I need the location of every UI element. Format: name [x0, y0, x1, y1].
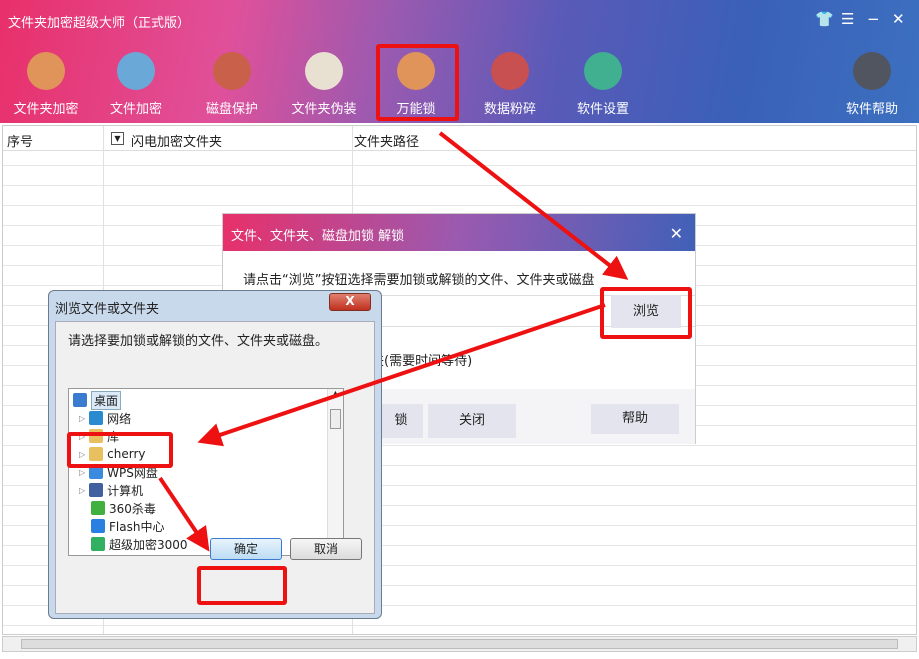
- highlight-box: [197, 566, 287, 605]
- close-button[interactable]: X: [329, 293, 371, 311]
- close-button[interactable]: 关闭: [428, 404, 516, 438]
- prompt-text: 请选择要加锁或解锁的文件、文件夹或磁盘。: [68, 334, 329, 349]
- highlight-box: [600, 287, 692, 339]
- tree-item-label: 计算机: [107, 483, 144, 498]
- toolbar-label: 文件夹加密: [13, 102, 79, 117]
- toolbar-button-2[interactable]: 磁盘保护: [192, 52, 272, 117]
- toolbar-label: 文件加密: [109, 102, 162, 117]
- folder-icon: [27, 52, 65, 90]
- toolbar-label: 软件帮助: [845, 102, 898, 117]
- tree-item[interactable]: 桌面: [73, 390, 122, 410]
- flash-icon: [91, 519, 105, 533]
- minimize-icon[interactable]: −: [867, 10, 880, 28]
- toolbar-button-7[interactable]: 软件帮助: [832, 52, 912, 117]
- ok-button[interactable]: 确定: [210, 538, 282, 560]
- toolbar-button-0[interactable]: 文件夹加密: [6, 52, 86, 117]
- cancel-button[interactable]: 取消: [290, 538, 362, 560]
- tree-item-label: 桌面: [91, 390, 122, 410]
- column-header[interactable]: 文件夹路径: [354, 131, 419, 150]
- tree-item[interactable]: 超级加密3000: [91, 535, 188, 553]
- expand-icon[interactable]: ▷: [79, 414, 85, 423]
- shield-icon: [213, 52, 251, 90]
- desktop-icon: [73, 393, 87, 407]
- user-icon: [853, 52, 891, 90]
- toolbar-label: 磁盘保护: [205, 102, 258, 117]
- app-icon: [91, 537, 105, 551]
- tree-item[interactable]: 360杀毒: [91, 499, 156, 517]
- highlight-box: [376, 44, 459, 121]
- folder-tree: 桌面 ▷ 网络 ▷ 库 ▷ cherry ▷ WPS网盘 ▷ 计算机 360杀毒 Flash中心 超级加密…: [68, 388, 344, 556]
- toolbar-button-3[interactable]: 文件夹伪装: [284, 52, 364, 117]
- palette-icon: [305, 52, 343, 90]
- gear-icon: [584, 52, 622, 90]
- close-icon[interactable]: ✕: [670, 224, 683, 243]
- clipboard-icon: [117, 52, 155, 90]
- tree-item-label: Flash中心: [109, 519, 165, 534]
- help-button[interactable]: 帮助: [591, 404, 679, 434]
- toolbar-label: 数据粉碎: [483, 102, 536, 117]
- vertical-scrollbar[interactable]: ▲ ▼: [327, 389, 343, 555]
- instruction-text: 请点击“浏览”按钮选择需要加锁或解锁的文件、文件夹或磁盘: [243, 273, 595, 288]
- menu-icon[interactable]: ☰: [841, 10, 854, 28]
- 360-icon: [91, 501, 105, 515]
- skin-icon[interactable]: 👕: [815, 10, 834, 28]
- app-header: 文件夹加密超级大师（正式版） 👕 ☰ − ✕ 文件夹加密 文件加密 磁盘保护 文件夹伪…: [0, 0, 919, 123]
- column-header[interactable]: 序号: [7, 131, 33, 150]
- toolbar-button-5[interactable]: 数据粉碎: [470, 52, 550, 117]
- tree-item[interactable]: Flash中心: [91, 517, 164, 535]
- toolbar-label: 文件夹伪装: [291, 102, 357, 117]
- toolbar-button-1[interactable]: 文件加密: [96, 52, 176, 117]
- tree-item-label: 超级加密3000: [109, 537, 188, 552]
- horizontal-scrollbar[interactable]: [2, 636, 917, 652]
- app-title: 文件夹加密超级大师（正式版）: [8, 16, 191, 31]
- browse-dialog: 浏览文件或文件夹 X 请选择要加锁或解锁的文件、文件夹或磁盘。 桌面 ▷ 网络 ▷ 库 ▷…: [48, 290, 382, 619]
- computer-icon: [89, 483, 104, 497]
- network-icon: [89, 411, 104, 425]
- expand-icon[interactable]: ▷: [79, 468, 85, 477]
- toolbar-label: 软件设置: [576, 102, 629, 117]
- column-header[interactable]: 闪电加密文件夹: [131, 131, 222, 150]
- tree-item[interactable]: ▷ 网络: [79, 409, 131, 427]
- close-icon[interactable]: ✕: [892, 10, 905, 28]
- scissors-icon: [491, 52, 529, 90]
- option-label[interactable]: 夹(需要时间等待): [371, 350, 472, 369]
- highlight-box: [67, 432, 173, 468]
- tree-item[interactable]: ▷ 计算机: [79, 481, 143, 499]
- toolbar-button-6[interactable]: 软件设置: [563, 52, 643, 117]
- dropdown-icon[interactable]: ▼: [111, 132, 124, 145]
- dialog-title: 浏览文件或文件夹: [55, 302, 160, 317]
- dialog-title: 文件、文件夹、磁盘加锁 解锁: [231, 229, 405, 244]
- tree-item-label: 网络: [107, 411, 132, 426]
- expand-icon[interactable]: ▷: [79, 486, 85, 495]
- table-header: 序号 ▼ 闪电加密文件夹 文件夹路径: [3, 126, 916, 151]
- tree-item-label: 360杀毒: [109, 501, 156, 516]
